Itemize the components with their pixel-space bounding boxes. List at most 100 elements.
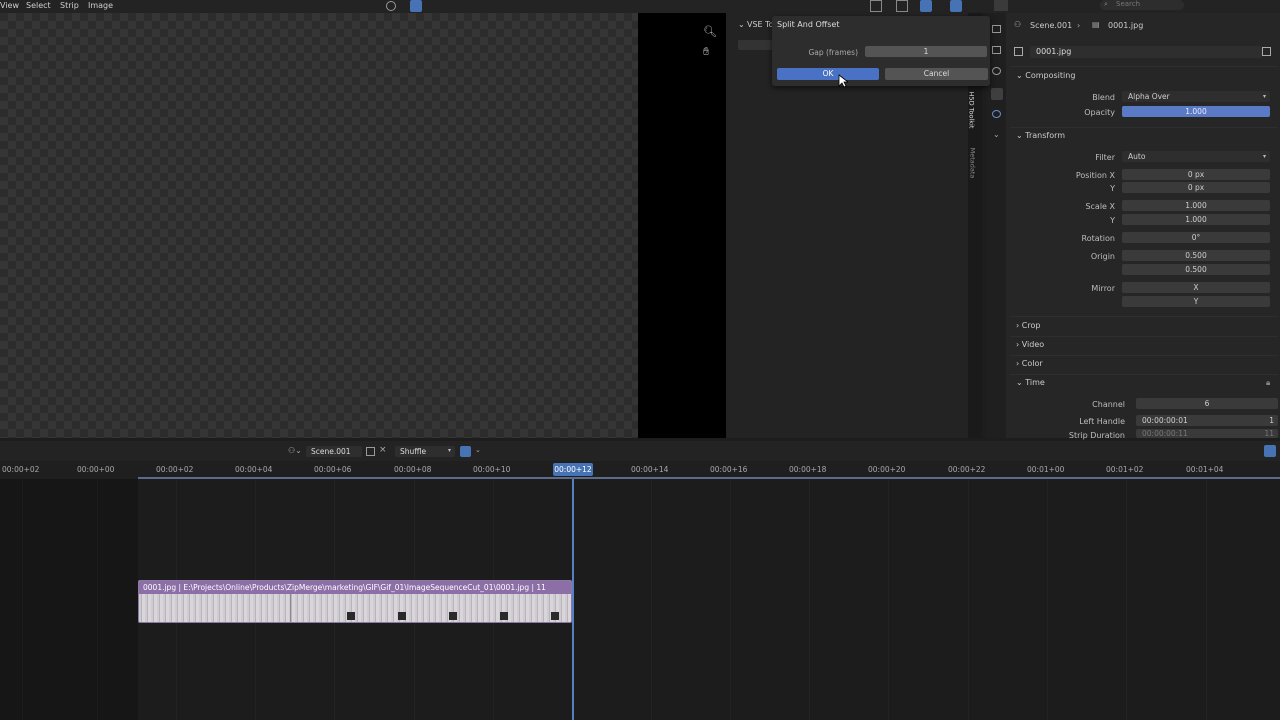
ruler-tick-label: 00:00+02 [156, 465, 194, 474]
position-y-field[interactable]: 0 px [1122, 182, 1270, 193]
origin-y-field[interactable]: 0.500 [1122, 264, 1270, 275]
strip-duration-label: Strip Duration [1068, 431, 1125, 440]
timeline-header [0, 441, 1280, 461]
mirror-y-toggle[interactable]: Y [1122, 296, 1270, 307]
ruler-tick-label: 00:00+14 [631, 465, 669, 474]
zoom-icon[interactable]: 🔍︎ [703, 25, 717, 38]
chevron-down-icon: ▾ [447, 447, 451, 454]
left-handle-label: Left Handle [1079, 417, 1125, 426]
strip-frame-marker [398, 612, 406, 620]
search-field[interactable]: ⌕ Search [1100, 0, 1184, 10]
divider [1010, 66, 1278, 67]
scale-x-field[interactable]: 1.000 [1122, 200, 1270, 211]
chevron-right-icon: › [1077, 21, 1081, 30]
hand-pan-icon[interactable]: ✋︎ [703, 45, 709, 59]
divider [1010, 316, 1278, 317]
cache-tab-icon[interactable] [992, 110, 1001, 118]
mirror-x-toggle[interactable]: X [1122, 282, 1270, 293]
gizmo-icon[interactable] [950, 0, 962, 12]
chevron-down-icon[interactable]: ⌄ [475, 446, 481, 454]
section-video[interactable]: › Video [1016, 340, 1044, 349]
lock-icon[interactable]: 🔒︎ [1266, 378, 1270, 388]
section-color[interactable]: › Color [1016, 359, 1043, 368]
breadcrumb-strip: 0001.jpg [1108, 21, 1144, 30]
section-crop[interactable]: › Crop [1016, 321, 1040, 330]
scale-y-field[interactable]: 1.000 [1122, 214, 1270, 225]
grid-line [1206, 479, 1207, 720]
chevron-down-icon[interactable]: ⌄ [738, 20, 745, 29]
strip-icon: ▤ [1092, 20, 1100, 29]
image-strip[interactable]: 0001.jpg | E:\Projects\Online\Products\Z… [138, 580, 572, 623]
strip-duration-field[interactable]: 00:00:00:11 11 [1136, 429, 1278, 438]
divider [1010, 336, 1278, 337]
scene-selector[interactable]: Scene.001 [306, 446, 362, 457]
snap-toggle-icon[interactable] [460, 446, 471, 457]
preview-canvas[interactable] [0, 13, 638, 438]
rotation-field[interactable]: 0° [1122, 232, 1270, 243]
divider [1010, 127, 1278, 128]
grid-line [1047, 479, 1048, 720]
close-icon[interactable]: × [379, 445, 387, 455]
split-offset-dialog: Split And Offset Gap (frames) 1 OK Cance… [772, 16, 990, 86]
gap-frames-label: Gap (frames) [808, 48, 858, 57]
grid-line [968, 479, 969, 720]
link-icon[interactable] [386, 1, 396, 11]
gap-frames-field[interactable]: 1 [865, 46, 987, 57]
cancel-button[interactable]: Cancel [885, 68, 988, 80]
ruler-tick-label: 00:00+02 [2, 465, 40, 474]
chevron-down-icon[interactable]: ⌄ [993, 130, 1000, 139]
channel-label: Channel [1092, 400, 1125, 409]
overlay-icon[interactable] [896, 0, 908, 12]
section-transform[interactable]: ⌄ Transform [1016, 131, 1065, 140]
tab-metadata[interactable]: Metadata [968, 145, 981, 183]
menu-select[interactable]: Select [26, 0, 51, 11]
menu-image[interactable]: Image [88, 0, 113, 11]
overlay-toggle-icon[interactable] [1264, 445, 1276, 457]
mute-toggle-icon[interactable] [1262, 47, 1271, 56]
strip-name-field[interactable]: 0001.jpg [1030, 46, 1262, 58]
tool-tab-icon[interactable] [992, 25, 1001, 33]
gizmo-toggle-icon[interactable] [410, 0, 422, 12]
opacity-label: Opacity [1084, 108, 1115, 117]
ruler-tick-label: 00:01+02 [1106, 465, 1144, 474]
chevron-down-icon: ▾ [1262, 153, 1266, 160]
search-icon: ⌕ [1104, 0, 1108, 8]
ruler-tick-label: 00:01+04 [1186, 465, 1224, 474]
grid-line [888, 479, 889, 720]
origin-x-field[interactable]: 0.500 [1122, 250, 1270, 261]
filter-label: Filter [1095, 153, 1115, 162]
show-overlay-icon[interactable] [920, 0, 932, 12]
section-time[interactable]: ⌄ Time [1016, 378, 1045, 387]
blend-dropdown[interactable]: Alpha Over ▾ [1122, 91, 1270, 102]
scale-x-label: Scale X [1085, 202, 1115, 211]
effects-tab-icon[interactable] [992, 67, 1001, 75]
ok-button[interactable]: OK [777, 68, 879, 80]
scene-selector-icon[interactable]: ⚇⌄ [288, 446, 302, 455]
ruler-tick-label: 00:01+00 [1027, 465, 1065, 474]
editor-type-icon[interactable] [994, 0, 1008, 11]
tab-h5d-toolkit[interactable]: H5D Toolkit [967, 88, 981, 132]
filter-dropdown[interactable]: Auto ▾ [1122, 151, 1270, 162]
ruler-tick-label: 00:00+16 [710, 465, 748, 474]
position-x-field[interactable]: 0 px [1122, 169, 1270, 180]
menu-strip[interactable]: Strip [60, 0, 79, 11]
copy-scene-icon[interactable] [366, 447, 375, 456]
divider [1010, 355, 1278, 356]
display-mode-icon[interactable] [870, 0, 882, 12]
strip-frame-marker [551, 612, 559, 620]
opacity-slider[interactable]: 1.000 [1122, 106, 1270, 117]
strip-frame-marker [449, 612, 457, 620]
section-compositing[interactable]: ⌄ Compositing [1016, 71, 1075, 80]
modifier-tab-icon[interactable] [992, 46, 1001, 54]
current-time-badge[interactable]: 00:00+12 [553, 463, 593, 476]
ruler-tick-label: 00:00+18 [789, 465, 827, 474]
playhead[interactable] [572, 479, 574, 720]
image-strip-icon [1014, 47, 1023, 56]
strip-tab-icon[interactable] [991, 88, 1003, 100]
channel-field[interactable]: 6 [1136, 398, 1278, 409]
chevron-down-icon: ▾ [1262, 93, 1266, 100]
ruler-tick-label: 00:00+08 [394, 465, 432, 474]
overlap-mode-dropdown[interactable]: Shuffle ▾ [395, 446, 455, 457]
menu-view[interactable]: View [0, 0, 19, 11]
left-handle-field[interactable]: 00:00:00:01 1 [1136, 415, 1278, 426]
